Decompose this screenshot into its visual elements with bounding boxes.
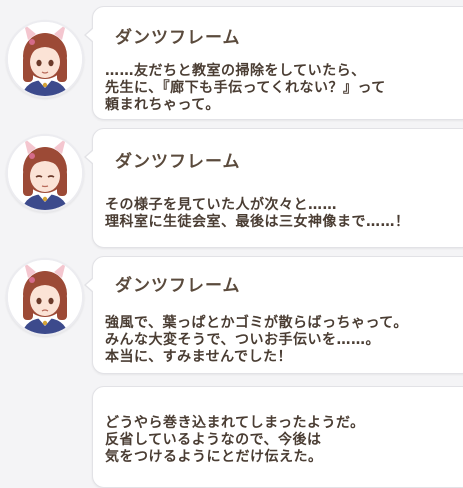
avatar [6, 134, 84, 212]
dialogue-text: 強風で、葉っぱとかゴミが散らばっちゃって。 みんな大変そうで、ついお手伝いを……… [105, 315, 408, 365]
narration-text: どうやら巻き込まれてしまったようだ。 反省しているようなので、今後は 気をつける… [105, 415, 365, 465]
speaker-name: ダンツフレーム [115, 28, 241, 48]
avatar [6, 20, 84, 98]
character-portrait-icon [8, 260, 82, 334]
dialogue-bubble: ダンツフレーム ……友だちと教室の掃除をしていたら、 先生に、『廊下も手伝ってく… [84, 6, 463, 120]
avatar [6, 258, 84, 336]
dialogue-text: その様子を見ていた人が次々と…… 理科室に生徒会室、最後は三女神像まで……！ [105, 197, 410, 230]
narration-bubble: どうやら巻き込まれてしまったようだ。 反省しているようなので、今後は 気をつける… [92, 386, 463, 488]
dialogue-bubble: ダンツフレーム その様子を見ていた人が次々と…… 理科室に生徒会室、最後は三女神… [84, 128, 463, 248]
speaker-name: ダンツフレーム [115, 276, 241, 296]
speaker-name: ダンツフレーム [115, 152, 241, 172]
character-portrait-icon [8, 22, 82, 96]
character-portrait-icon [8, 136, 82, 210]
dialogue-bubble: ダンツフレーム 強風で、葉っぱとかゴミが散らばっちゃって。 みんな大変そうで、つ… [84, 256, 463, 374]
dialogue-text: ……友だちと教室の掃除をしていたら、 先生に、『廊下も手伝ってくれない？』って … [105, 63, 386, 113]
